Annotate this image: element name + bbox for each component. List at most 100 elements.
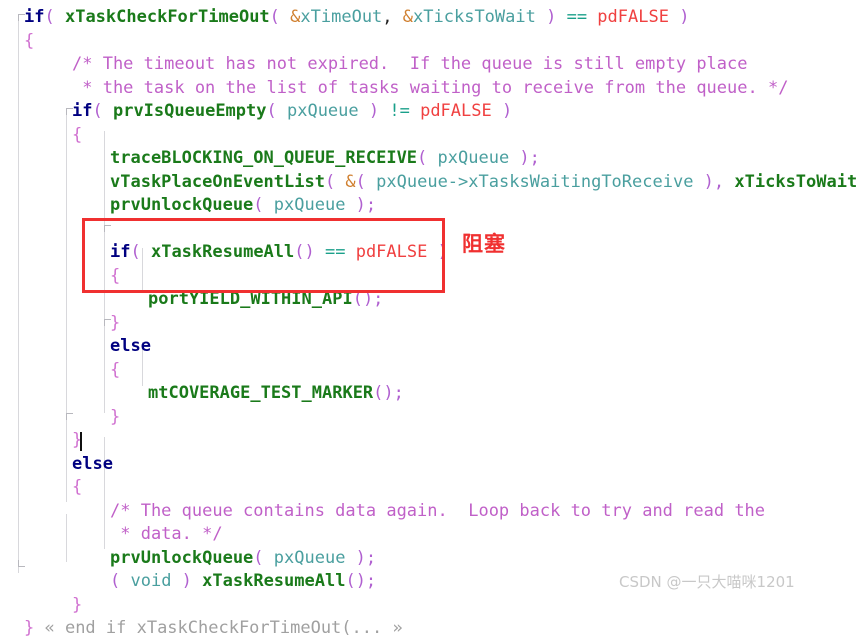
code-line-26: } <box>0 594 860 618</box>
token-brace-open: { <box>110 359 121 380</box>
token-keyword-else: else <box>110 336 151 356</box>
token-const-pdFALSE: pdFALSE <box>587 7 669 27</box>
token-paren: ); <box>509 148 540 168</box>
code-line-27: } « end if xTaskCheckForTimeOut(... » <box>0 617 860 641</box>
token-operator-eq: == <box>324 242 346 262</box>
token-brace-open: { <box>72 477 83 497</box>
token-paren: ( <box>253 195 274 215</box>
token-comment: /* The timeout has not expired. If the q… <box>72 54 748 74</box>
token-ampersand: & <box>345 171 356 192</box>
code-line-7: traceBLOCKING_ON_QUEUE_RECEIVE( pxQueue … <box>0 147 860 171</box>
token-function-xTaskCheckForTimeOut: xTaskCheckForTimeOut <box>64 7 270 27</box>
token-paren: (); <box>373 383 404 403</box>
token-keyword-if: if <box>110 242 131 262</box>
token-brace-open: { <box>110 265 121 286</box>
token-ampersand: & <box>290 7 301 27</box>
token-const-pdFALSE: pdFALSE <box>409 101 492 121</box>
token-brace-close: } <box>72 594 83 615</box>
token-paren: ( <box>355 171 377 192</box>
token-paren: (); <box>345 571 377 591</box>
code-line-22: /* The queue contains data again. Loop b… <box>0 500 860 524</box>
token-brace-open: { <box>72 124 83 145</box>
token-paren: ) <box>171 571 203 591</box>
token-brace-close: } <box>110 406 121 427</box>
token-function-mtCOVERAGE: mtCOVERAGE_TEST_MARKER <box>148 383 374 403</box>
token-comment: * the task on the list of tasks waiting … <box>72 77 789 98</box>
token-paren: ( <box>44 7 65 27</box>
token-paren: ( <box>324 171 346 192</box>
token-keyword-if: if <box>24 7 45 27</box>
code-line-10-blank <box>0 218 860 242</box>
code-line-13: portYIELD_WITHIN_API(); <box>0 288 860 312</box>
token-var-pxQueue: pxQueue <box>437 148 510 168</box>
code-line-5: if( prvIsQueueEmpty( pxQueue ) != pdFALS… <box>0 100 860 124</box>
token-paren: ), <box>693 171 735 192</box>
token-paren: ) <box>358 101 390 121</box>
annotation-label-blocking: 阻塞 <box>462 232 506 256</box>
token-paren: (); <box>352 289 384 309</box>
code-line-17: mtCOVERAGE_TEST_MARKER(); <box>0 382 860 406</box>
code-line-6: { <box>0 124 860 148</box>
token-var-pxQueue: pxQueue <box>273 547 346 568</box>
token-comment: /* The queue contains data again. Loop b… <box>110 500 766 521</box>
token-paren: ( <box>266 101 287 121</box>
token-paren: ( <box>269 7 291 27</box>
code-line-15: else <box>0 335 860 359</box>
code-line-19: } <box>0 429 860 453</box>
token-function-xTaskResumeAll: xTaskResumeAll <box>202 571 346 591</box>
code-line-12: { <box>0 265 860 289</box>
token-var-xTimeOut: xTimeOut <box>300 7 383 27</box>
token-var-pxQueue: pxQueue <box>286 101 359 121</box>
token-function-vTaskPlaceOnEventList: vTaskPlaceOnEventList <box>110 171 325 192</box>
token-paren: ( <box>110 571 131 591</box>
token-keyword-if: if <box>72 101 93 121</box>
code-line-4: * the task on the list of tasks waiting … <box>0 77 860 101</box>
token-paren: () <box>294 242 325 262</box>
token-comma: , <box>382 7 403 27</box>
token-var-xTicksToWait: xTicksToWait <box>734 171 858 192</box>
token-function-prvUnlockQueue: prvUnlockQueue <box>110 195 254 215</box>
token-function-traceBLOCKING: traceBLOCKING_ON_QUEUE_RECEIVE <box>110 148 418 168</box>
token-var-xTicksToWait: xTicksToWait <box>413 7 536 27</box>
token-keyword-else: else <box>72 453 113 474</box>
token-brace-open: { <box>24 30 35 51</box>
token-brace-close: } <box>110 312 121 333</box>
code-line-20: else <box>0 453 860 477</box>
fold-marker-text[interactable]: « end if xTaskCheckForTimeOut(... » <box>34 618 402 638</box>
token-comment: * data. */ <box>110 524 223 544</box>
token-function-portYIELD: portYIELD_WITHIN_API <box>148 289 353 309</box>
token-ampersand: & <box>402 7 414 27</box>
token-paren: ) <box>668 7 690 27</box>
token-paren: ( <box>253 547 274 568</box>
token-paren: ); <box>345 547 377 568</box>
token-paren: ( <box>92 101 113 121</box>
code-line-2: { <box>0 30 860 54</box>
code-line-3: /* The timeout has not expired. If the q… <box>0 53 860 77</box>
code-line-1: if( xTaskCheckForTimeOut( &xTimeOut, &xT… <box>0 6 860 30</box>
token-paren: ( <box>130 242 151 262</box>
code-line-23: * data. */ <box>0 523 860 547</box>
token-paren: ) <box>535 7 567 27</box>
token-var-pxQueue-member: pxQueue->xTasksWaitingToReceive <box>376 171 694 192</box>
code-text-area[interactable]: if( xTaskCheckForTimeOut( &xTimeOut, &xT… <box>0 0 860 638</box>
token-paren: ); <box>345 195 377 215</box>
token-paren: ) <box>491 101 513 121</box>
token-paren: ) <box>427 242 448 262</box>
token-function-prvIsQueueEmpty: prvIsQueueEmpty <box>112 101 267 121</box>
code-editor-view[interactable]: if( xTaskCheckForTimeOut( &xTimeOut, &xT… <box>0 0 860 638</box>
code-line-18: } <box>0 406 860 430</box>
token-keyword-void: void <box>130 571 172 591</box>
token-brace-close: } <box>24 618 35 638</box>
code-line-11: if( xTaskResumeAll() == pdFALSE ) <box>0 241 860 265</box>
code-line-21: { <box>0 476 860 500</box>
token-operator-neq: != <box>389 101 410 121</box>
code-line-14: } <box>0 312 860 336</box>
token-paren: ( <box>417 148 438 168</box>
code-line-9: prvUnlockQueue( pxQueue ); <box>0 194 860 218</box>
token-var-pxQueue: pxQueue <box>273 195 346 215</box>
csdn-watermark: CSDN @一只大喵咪1201 <box>619 573 795 591</box>
code-line-24: prvUnlockQueue( pxQueue ); <box>0 547 860 571</box>
text-caret <box>80 432 82 451</box>
token-function-prvUnlockQueue: prvUnlockQueue <box>110 547 254 568</box>
token-const-pdFALSE: pdFALSE <box>345 242 428 262</box>
